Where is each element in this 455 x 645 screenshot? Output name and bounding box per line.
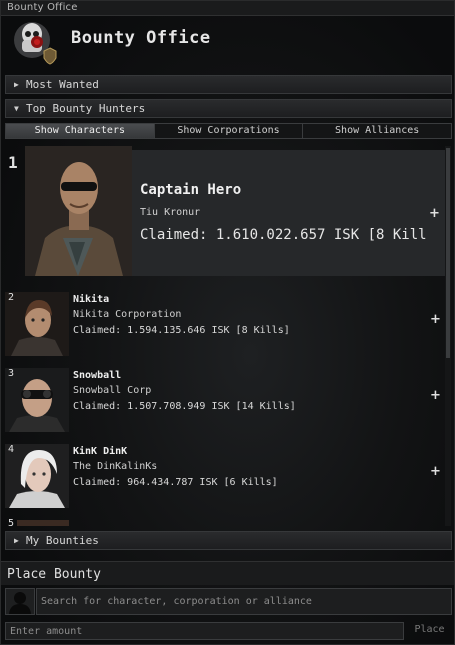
plus-icon[interactable]: + xyxy=(429,207,440,220)
bounty-office-emblem-icon xyxy=(14,22,57,65)
hunter-list: 1 Captain Hero Tiu Kronur Claimed: 1.610… xyxy=(5,146,445,526)
rank-number: 5 xyxy=(8,518,15,526)
hunter-claimed: Claimed: 1.594.135.646 ISK [8 Kills] xyxy=(73,325,290,336)
place-button[interactable]: Place xyxy=(407,622,452,640)
section-top-bounty-hunters[interactable]: ▼ Top Bounty Hunters xyxy=(5,99,452,118)
triangle-down-icon: ▼ xyxy=(14,104,19,113)
plus-icon[interactable]: + xyxy=(430,389,441,402)
hunter-corporation[interactable]: Tiu Kronur xyxy=(140,207,200,218)
hunter-info-panel: Captain Hero Tiu Kronur Claimed: 1.610.0… xyxy=(132,150,445,276)
section-my-bounties[interactable]: ▶ My Bounties xyxy=(5,531,452,550)
hunter-entry-partial[interactable]: 5 xyxy=(5,518,69,526)
scrollbar-thumb[interactable] xyxy=(446,148,450,358)
filter-toggle-group: Show Characters Show Corporations Show A… xyxy=(5,123,452,139)
hunter-entry[interactable]: 3 Snowball Snowball Corp Claimed: 1.507.… xyxy=(5,366,445,434)
hunter-claimed: Claimed: 1.610.022.657 ISK [8 Kills] xyxy=(140,227,428,243)
list-scrollbar[interactable] xyxy=(445,146,451,526)
hunter-name[interactable]: KinK DinK xyxy=(73,446,127,457)
character-portrait[interactable] xyxy=(17,520,69,526)
bounty-office-window: Bounty Office Bounty Office ▶ Most Wanted… xyxy=(0,0,455,645)
toggle-show-characters[interactable]: Show Characters xyxy=(6,124,155,138)
section-label: Top Bounty Hunters xyxy=(26,102,146,115)
hunter-corporation[interactable]: Snowball Corp xyxy=(73,385,151,396)
triangle-right-icon: ▶ xyxy=(14,80,19,89)
target-avatar xyxy=(5,588,35,615)
hunter-corporation[interactable]: Nikita Corporation xyxy=(73,309,181,320)
rank-number: 2 xyxy=(8,292,15,303)
toggle-show-corporations[interactable]: Show Corporations xyxy=(155,124,304,138)
section-label: Most Wanted xyxy=(26,78,99,91)
character-portrait[interactable] xyxy=(5,444,69,508)
plus-icon[interactable]: + xyxy=(430,465,441,478)
window-titlebar[interactable]: Bounty Office xyxy=(1,1,454,16)
hunter-entry[interactable]: 4 KinK DinK The DinKalinKs Claimed: 964.… xyxy=(5,442,445,510)
hunter-name[interactable]: Nikita xyxy=(73,294,109,305)
triangle-right-icon: ▶ xyxy=(14,536,19,545)
rank-number: 1 xyxy=(8,153,18,172)
amount-input[interactable] xyxy=(5,622,404,640)
hunter-entry-top[interactable]: 1 Captain Hero Tiu Kronur Claimed: 1.610… xyxy=(5,146,445,276)
hunter-name[interactable]: Snowball xyxy=(73,370,121,381)
section-most-wanted[interactable]: ▶ Most Wanted xyxy=(5,75,452,94)
character-portrait[interactable] xyxy=(5,368,69,432)
hunter-name[interactable]: Captain Hero xyxy=(140,182,241,198)
page-title: Bounty Office xyxy=(71,28,211,48)
character-portrait[interactable] xyxy=(5,292,69,356)
silhouette-icon xyxy=(9,592,31,614)
plus-icon[interactable]: + xyxy=(430,313,441,326)
hunter-corporation[interactable]: The DinKalinKs xyxy=(73,461,157,472)
search-input[interactable] xyxy=(36,588,452,615)
toggle-show-alliances[interactable]: Show Alliances xyxy=(303,124,451,138)
place-bounty-header: Place Bounty xyxy=(1,561,454,585)
character-portrait[interactable] xyxy=(25,146,132,276)
header: Bounty Office xyxy=(1,16,454,66)
place-bounty-title: Place Bounty xyxy=(7,567,101,582)
hunter-claimed: Claimed: 1.507.708.949 ISK [14 Kills] xyxy=(73,401,296,412)
hunter-claimed: Claimed: 964.434.787 ISK [6 Kills] xyxy=(73,477,278,488)
hunter-entry[interactable]: 2 Nikita Nikita Corporation Claimed: 1.5… xyxy=(5,290,445,358)
window-title: Bounty Office xyxy=(7,2,78,13)
section-label: My Bounties xyxy=(26,534,99,547)
rank-number: 3 xyxy=(8,368,15,379)
rank-number: 4 xyxy=(8,444,15,455)
